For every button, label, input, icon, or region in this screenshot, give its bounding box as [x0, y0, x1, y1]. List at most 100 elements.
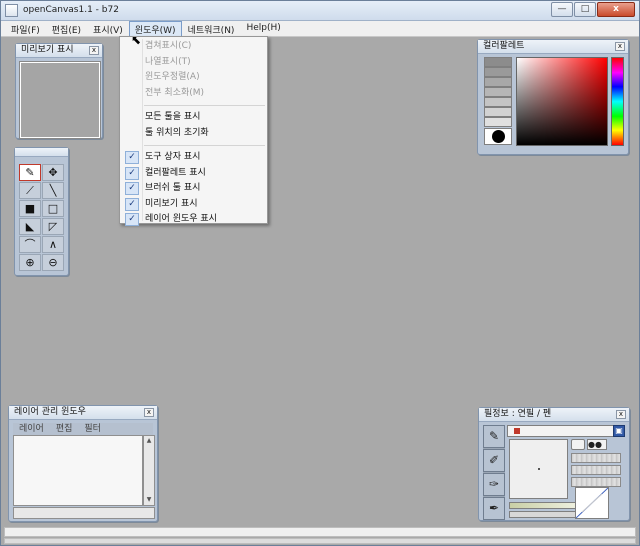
brush-texture-bar[interactable]	[571, 453, 621, 463]
pencil-brush-icon[interactable]: ✎	[483, 425, 505, 448]
window-title: openCanvas1.1 - b72	[23, 5, 119, 15]
swatch-column	[484, 57, 512, 127]
move-tool-icon[interactable]: ✥	[42, 164, 64, 181]
lasso-fill-tool-icon[interactable]: ◣	[19, 218, 41, 235]
menu-show-brush-tool[interactable]: ✓ 브러쉬 툴 표시	[120, 181, 267, 197]
tab-filter[interactable]: 필터	[84, 423, 101, 435]
brush-size-ruler[interactable]	[507, 425, 615, 437]
app-window: openCanvas1.1 - b72 — □ x 파일(F) 편집(E) 표시…	[0, 0, 640, 546]
current-color-dot	[492, 130, 505, 143]
brush-texture-bar[interactable]	[571, 465, 621, 475]
menu-show-color-palette[interactable]: ✓ 컬러팔레트 표시	[120, 166, 267, 182]
menu-show-toolbox-label: 도구 상자 표시	[145, 152, 201, 162]
menu-bar: 파일(F) 편집(E) 표시(V) 윈도우(W) 네트워크(N) Help(H)	[1, 21, 639, 37]
menu-separator	[144, 145, 265, 146]
pencil-tool-icon[interactable]: ✎	[19, 164, 41, 181]
eyedropper-tool-icon[interactable]: ⟋	[19, 182, 41, 199]
line-tool-icon[interactable]: ╲	[42, 182, 64, 199]
swatch[interactable]	[484, 57, 512, 67]
pen-panel-close-button[interactable]: x	[616, 410, 626, 419]
water-brush-icon[interactable]: ✒	[483, 497, 505, 520]
menu-network[interactable]: 네트워크(N)	[182, 21, 241, 37]
zoom-in-tool-icon[interactable]: ⊕	[19, 254, 41, 271]
preview-canvas	[19, 61, 101, 139]
brush-shape-knob[interactable]	[571, 439, 585, 450]
brush-texture-bar[interactable]	[571, 477, 621, 487]
swatch[interactable]	[484, 117, 512, 127]
menu-edit[interactable]: 편집(E)	[46, 21, 87, 37]
polyline-tool-icon[interactable]: ∧	[42, 236, 64, 253]
brush-opacity-slider[interactable]	[509, 502, 577, 509]
pen-panel-title: 필정보 : 연필 / 펜 x	[479, 408, 629, 422]
layer-panel-close-button[interactable]: x	[144, 408, 154, 417]
select-rect-tool-icon[interactable]: □	[42, 200, 64, 217]
scroll-down-icon[interactable]: ▼	[144, 495, 154, 505]
swatch[interactable]	[484, 107, 512, 117]
swatch[interactable]	[484, 77, 512, 87]
airbrush-icon[interactable]: ✑	[483, 473, 505, 496]
check-icon: ✓	[125, 151, 139, 164]
zoom-out-tool-icon[interactable]: ⊖	[42, 254, 64, 271]
layer-scrollbar[interactable]: ▲ ▼	[143, 435, 155, 506]
brush-size-marker	[514, 428, 520, 434]
menu-view[interactable]: 표시(V)	[87, 21, 129, 37]
layer-panel-title: 레이어 관리 윈도우 x	[9, 406, 157, 420]
menu-reset-tool-positions[interactable]: 툴 위치의 초기화	[120, 126, 267, 142]
menu-separator	[144, 105, 265, 106]
brush-density-slider[interactable]	[509, 511, 577, 518]
pen-panel-title-text: 필정보 : 연필 / 펜	[484, 409, 552, 419]
menu-show-color-palette-label: 컬러팔레트 표시	[145, 167, 206, 178]
brush-preview	[509, 439, 568, 499]
marker-brush-icon[interactable]: ✐	[483, 449, 505, 472]
menu-show-toolbox[interactable]: ✓ 도구 상자 표시	[120, 150, 267, 166]
pen-info-panel: 필정보 : 연필 / 펜 x ✎ ✐ ✑ ✒ ▣ ●●	[478, 407, 630, 521]
brush-settings: ▣ ●●	[571, 425, 626, 519]
palette-panel-title: 컬러팔레트 x	[478, 40, 628, 54]
window-menu-dropdown: 겹쳐표시(C) 나열표시(T) 윈도우정렬(A) 전부 최소화(M) 모든 툴을…	[119, 36, 268, 226]
pressure-curve-graph	[575, 487, 609, 519]
menu-show-all-tools[interactable]: 모든 툴을 표시	[120, 110, 267, 126]
menu-show-layer-window[interactable]: ✓ 레이어 윈도우 표시	[120, 212, 267, 228]
tab-layer[interactable]: 레이어	[19, 423, 44, 435]
menu-file[interactable]: 파일(F)	[5, 21, 46, 37]
menu-show-preview[interactable]: ✓ 미리보기 표시	[120, 197, 267, 213]
check-icon: ✓	[125, 182, 139, 195]
app-icon	[5, 4, 18, 17]
pressure-curve[interactable]	[575, 487, 609, 519]
toolbox-grip[interactable]	[15, 148, 68, 157]
lasso-tool-icon[interactable]: ◸	[42, 218, 64, 235]
status-bar	[4, 527, 636, 537]
save-brush-icon[interactable]: ▣	[613, 425, 625, 437]
brush-type-column: ✎ ✐ ✑ ✒	[483, 425, 505, 520]
preview-panel-close-button[interactable]: x	[89, 46, 99, 55]
swatch[interactable]	[484, 67, 512, 77]
brush-tip-selector[interactable]: ●●	[587, 439, 607, 450]
check-icon: ✓	[125, 213, 139, 226]
hue-slider[interactable]	[611, 57, 624, 146]
saturation-value-picker[interactable]	[516, 57, 608, 146]
menu-cascade: 겹쳐표시(C)	[145, 41, 192, 51]
minimize-button[interactable]: —	[551, 2, 573, 17]
layer-list[interactable]	[13, 435, 143, 506]
fill-black-tool-icon[interactable]: ■	[19, 200, 41, 217]
tab-edit[interactable]: 편집	[56, 423, 73, 435]
menu-minimize-all: 전부 최소화(M)	[145, 87, 205, 98]
mouse-cursor-icon: ⬉	[131, 33, 142, 47]
maximize-button[interactable]: □	[574, 2, 596, 17]
check-icon: ✓	[125, 197, 139, 211]
preview-panel-title: 미리보기 표시 x	[16, 44, 102, 58]
tool-grid: ✎ ✥ ⟋ ╲ ■ □ ◣ ◸ ⌒ ∧ ⊕ ⊖	[19, 164, 65, 271]
menu-help[interactable]: Help(H)	[240, 21, 286, 37]
scroll-up-icon[interactable]: ▲	[144, 436, 154, 446]
palette-panel-title-text: 컬러팔레트	[483, 41, 525, 51]
close-button[interactable]: x	[597, 2, 635, 17]
current-color-indicator[interactable]	[484, 128, 512, 145]
swatch[interactable]	[484, 87, 512, 97]
swatch[interactable]	[484, 97, 512, 107]
palette-panel-close-button[interactable]: x	[615, 42, 625, 51]
color-palette-panel: 컬러팔레트 x	[477, 39, 629, 155]
horizontal-scrollbar[interactable]	[4, 538, 636, 544]
menu-show-brush-tool-label: 브러쉬 툴 표시	[145, 183, 201, 193]
layer-tab-bar: 레이어 편집 필터	[13, 423, 153, 435]
curve-tool-icon[interactable]: ⌒	[19, 236, 41, 253]
